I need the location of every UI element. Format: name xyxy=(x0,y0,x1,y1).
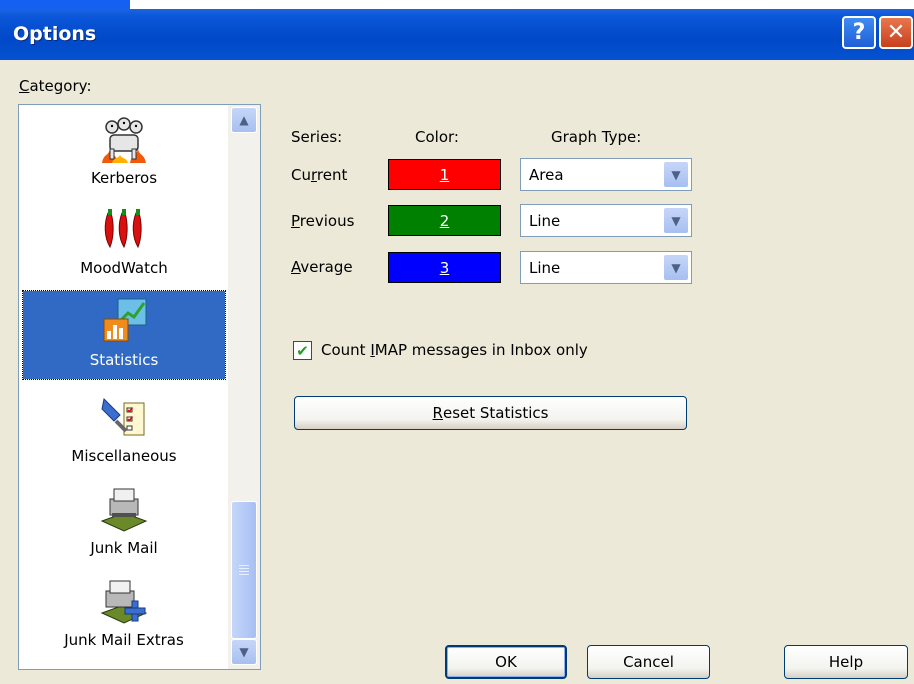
title-bar[interactable]: Options ? ✕ xyxy=(0,0,914,60)
kerberos-dog-icon xyxy=(98,113,150,165)
category-item-label: Junk Mail xyxy=(90,539,158,557)
reset-statistics-button[interactable]: Reset Statistics xyxy=(294,396,687,430)
category-item-junk-mail[interactable]: Junk Mail xyxy=(23,479,225,567)
category-list[interactable]: Kerberos MoodWatch Statistics Miscellane… xyxy=(18,104,261,670)
chevron-up-icon: ▲ xyxy=(239,113,249,127)
previous-graph-type-select[interactable]: Line ▼ xyxy=(520,204,692,237)
current-graph-type-select[interactable]: Area ▼ xyxy=(520,158,692,191)
selected-value: Line xyxy=(529,259,561,277)
scroll-down-button[interactable]: ▼ xyxy=(231,639,257,665)
current-color-button[interactable]: 1 xyxy=(388,159,501,190)
cancel-button[interactable]: Cancel xyxy=(587,645,710,679)
close-icon: ✕ xyxy=(886,20,906,45)
category-item-label: MoodWatch xyxy=(80,259,168,277)
category-item-label: Junk Mail Extras xyxy=(64,631,184,649)
chili-peppers-icon xyxy=(98,203,150,255)
category-item-junk-mail-extras[interactable]: Junk Mail Extras xyxy=(23,571,225,659)
average-graph-type-select[interactable]: Line ▼ xyxy=(520,251,692,284)
help-title-button[interactable]: ? xyxy=(842,16,876,49)
category-item-label: Statistics xyxy=(89,351,159,369)
close-button[interactable]: ✕ xyxy=(879,16,913,49)
chevron-down-icon[interactable]: ▼ xyxy=(663,207,689,234)
series-label-average: Average xyxy=(291,258,353,276)
category-scrollbar[interactable]: ▲ ▼ xyxy=(228,105,260,669)
chevron-down-icon: ▼ xyxy=(239,645,249,659)
window-title: Options xyxy=(13,23,97,45)
category-label: Category: xyxy=(19,77,92,95)
window-top-edge xyxy=(0,0,914,9)
category-item-miscellaneous[interactable]: Miscellaneous xyxy=(23,387,225,475)
junk-mail-extras-icon xyxy=(98,575,150,627)
checkmark-icon: ✔ xyxy=(296,341,309,360)
scroll-up-button[interactable]: ▲ xyxy=(231,107,257,133)
chevron-down-icon[interactable]: ▼ xyxy=(663,254,689,281)
options-dialog: Options ? ✕ Category: Kerberos MoodWatch… xyxy=(0,0,914,684)
miscellaneous-icon xyxy=(98,391,150,443)
statistics-chart-icon xyxy=(98,295,150,347)
category-item-label: Miscellaneous xyxy=(71,447,177,465)
imap-inbox-only-label[interactable]: Count IMAP messages in Inbox only xyxy=(321,341,588,359)
grip-icon xyxy=(239,565,249,575)
category-item-kerberos[interactable]: Kerberos xyxy=(23,109,225,197)
help-button[interactable]: Help xyxy=(784,645,908,679)
series-label-previous: Previous xyxy=(291,212,355,230)
junk-mail-icon xyxy=(98,483,150,535)
ok-button[interactable]: OK xyxy=(445,645,567,679)
series-label-current: Current xyxy=(291,166,348,184)
category-item-moodwatch[interactable]: MoodWatch xyxy=(23,199,225,287)
chevron-down-icon[interactable]: ▼ xyxy=(663,161,689,188)
series-header: Series: xyxy=(291,128,343,146)
color-header: Color: xyxy=(415,128,459,146)
scroll-thumb[interactable] xyxy=(231,501,257,639)
graph-type-header: Graph Type: xyxy=(551,128,642,146)
average-color-button[interactable]: 3 xyxy=(388,252,501,283)
previous-color-button[interactable]: 2 xyxy=(388,205,501,236)
selected-value: Area xyxy=(529,166,564,184)
category-item-label: Kerberos xyxy=(90,169,158,187)
question-mark-icon: ? xyxy=(852,20,866,45)
imap-inbox-only-checkbox[interactable]: ✔ xyxy=(293,341,312,360)
selected-value: Line xyxy=(529,212,561,230)
category-item-statistics[interactable]: Statistics xyxy=(22,290,226,380)
